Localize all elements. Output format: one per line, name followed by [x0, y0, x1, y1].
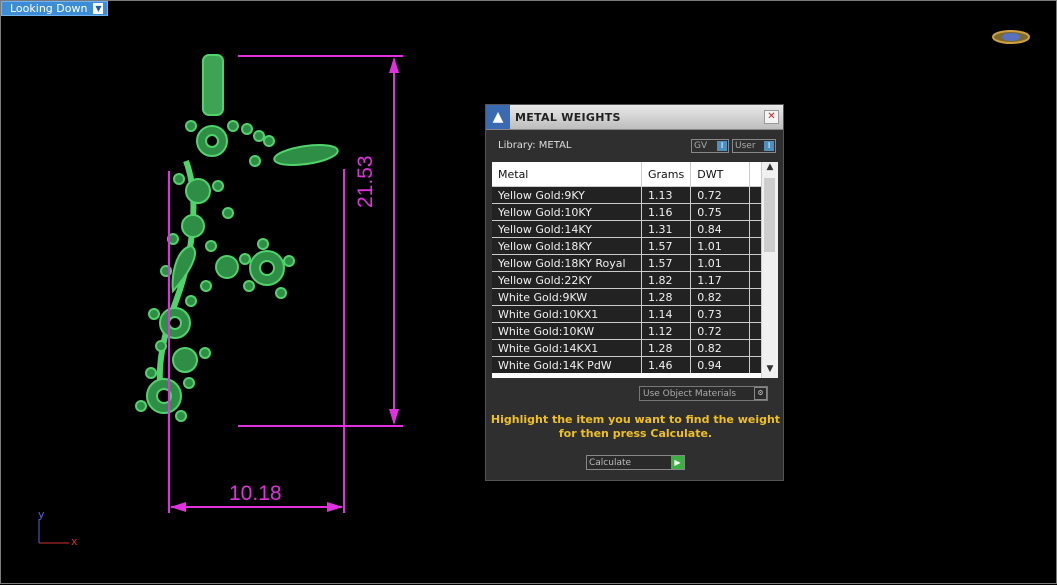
- library-label: Library: METAL: [498, 140, 572, 151]
- calculate-label: Calculate: [589, 457, 632, 468]
- cell-dwt: 0.72: [690, 186, 751, 204]
- scroll-up-icon[interactable]: ▲: [762, 162, 778, 176]
- cell-grams: 1.12: [641, 322, 692, 340]
- panel-titlebar[interactable]: ▲ METAL WEIGHTS ✕: [486, 105, 783, 130]
- cell-grams: 1.28: [641, 339, 692, 357]
- cell-dwt: 0.82: [690, 288, 751, 306]
- cell-metal: White Gold:10KX1: [492, 305, 642, 323]
- table-row[interactable]: Yellow Gold:9KY 1.13 0.72: [492, 186, 765, 204]
- cell-dwt: 0.75: [690, 203, 751, 221]
- cell-metal: White Gold:14KX1: [492, 339, 642, 357]
- cell-metal: Yellow Gold:9KY: [492, 186, 642, 204]
- cell-dwt: 1.01: [690, 237, 751, 255]
- axis-x-label: x: [71, 535, 78, 548]
- cell-dwt: 0.82: [690, 339, 751, 357]
- column-header-dwt[interactable]: DWT: [690, 162, 751, 187]
- cell-dwt: 0.72: [690, 322, 751, 340]
- bail: [202, 54, 224, 116]
- setting-hole: [168, 316, 182, 330]
- scroll-down-icon[interactable]: ▼: [762, 364, 778, 378]
- table-header-row: Metal Grams DWT: [492, 162, 765, 187]
- cell-dwt: 1.17: [690, 271, 751, 289]
- axis-y-label: y: [38, 508, 45, 521]
- cell-grams: 1.31: [641, 220, 692, 238]
- setting-hole: [205, 134, 219, 148]
- cell-dwt: 0.84: [690, 220, 751, 238]
- setting: [215, 255, 239, 279]
- close-icon[interactable]: ✕: [764, 110, 779, 124]
- viewport[interactable]: Looking Down ▼ 21.53 10.18 y x ▲ METAL W…: [0, 0, 1057, 584]
- brand-logo-icon: [992, 30, 1030, 44]
- table-row[interactable]: White Gold:9KW 1.28 0.82: [492, 288, 765, 306]
- gv-toggle[interactable]: GV I: [691, 139, 729, 153]
- cell-metal: White Gold:9KW: [492, 288, 642, 306]
- cell-metal: Yellow Gold:14KY: [492, 220, 642, 238]
- table-row[interactable]: Yellow Gold:22KY 1.82 1.17: [492, 271, 765, 289]
- table-row[interactable]: Yellow Gold:14KY 1.31 0.84: [492, 220, 765, 238]
- leaf: [273, 144, 339, 166]
- cell-dwt: 1.01: [690, 254, 751, 272]
- cell-grams: 1.13: [641, 186, 692, 204]
- cell-grams: 1.46: [641, 356, 692, 373]
- scroll-thumb[interactable]: [764, 178, 775, 252]
- arrow-right-icon: [327, 502, 343, 512]
- table-row[interactable]: Yellow Gold:10KY 1.16 0.75: [492, 203, 765, 221]
- metal-weights-panel[interactable]: ▲ METAL WEIGHTS ✕ Library: METAL GV I Us…: [485, 104, 784, 481]
- cell-grams: 1.14: [641, 305, 692, 323]
- column-header-metal[interactable]: Metal: [492, 162, 642, 187]
- setting-hole: [259, 260, 275, 276]
- cell-grams: 1.28: [641, 288, 692, 306]
- cell-grams: 1.82: [641, 271, 692, 289]
- user-toggle[interactable]: User I: [732, 139, 776, 153]
- metal-table[interactable]: Metal Grams DWT Yellow Gold:9KY 1.13 0.72 Y…: [492, 162, 778, 378]
- cell-metal: Yellow Gold:10KY: [492, 203, 642, 221]
- table-row[interactable]: White Gold:14K PdW 1.46 0.94: [492, 356, 765, 373]
- pendant-model: [135, 54, 339, 422]
- calculate-button[interactable]: Calculate ▶: [586, 455, 685, 470]
- table-row[interactable]: Yellow Gold:18KY Royal 1.57 1.01: [492, 254, 765, 272]
- cell-grams: 1.57: [641, 237, 692, 255]
- cell-dwt: 0.94: [690, 356, 751, 373]
- arrow-down-icon: [389, 409, 399, 425]
- use-object-materials-label: Use Object Materials: [643, 388, 737, 399]
- gv-toggle-label: GV: [694, 141, 708, 151]
- use-object-materials-dropdown[interactable]: Use Object Materials ⚙: [639, 386, 768, 401]
- cell-metal: Yellow Gold:18KY: [492, 237, 642, 255]
- table-row[interactable]: White Gold:14KX1 1.28 0.82: [492, 339, 765, 357]
- toggle-switch-icon[interactable]: I: [764, 141, 774, 151]
- toggle-switch-icon[interactable]: I: [717, 141, 727, 151]
- cell-dwt: 0.73: [690, 305, 751, 323]
- table-row[interactable]: White Gold:10KW 1.12 0.72: [492, 322, 765, 340]
- column-header-grams[interactable]: Grams: [641, 162, 692, 187]
- panel-title: METAL WEIGHTS: [515, 110, 621, 124]
- table-row[interactable]: Yellow Gold:18KY 1.57 1.01: [492, 237, 765, 255]
- setting: [172, 347, 198, 373]
- cell-metal: White Gold:14K PdW: [492, 356, 642, 373]
- table-row[interactable]: White Gold:10KX1 1.14 0.73: [492, 305, 765, 323]
- dimension-width-text: 10.18: [229, 482, 282, 505]
- setting: [181, 214, 205, 238]
- arrow-up-icon: [389, 57, 399, 73]
- user-toggle-label: User: [735, 141, 756, 151]
- setting: [185, 178, 211, 204]
- table-scrollbar[interactable]: ▲ ▼: [761, 162, 778, 378]
- arrow-left-icon: [170, 502, 186, 512]
- cell-grams: 1.16: [641, 203, 692, 221]
- axis-indicator: [38, 519, 69, 544]
- cell-grams: 1.57: [641, 254, 692, 272]
- dimension-height-text: 21.53: [354, 155, 377, 208]
- cell-metal: Yellow Gold:22KY: [492, 271, 642, 289]
- app-logo-icon: ▲: [486, 105, 510, 129]
- cell-metal: White Gold:10KW: [492, 322, 642, 340]
- cell-metal: Yellow Gold:18KY Royal: [492, 254, 642, 272]
- instruction-message: Highlight the item you want to find the …: [490, 413, 781, 440]
- play-icon[interactable]: ▶: [671, 456, 684, 469]
- gear-icon[interactable]: ⚙: [754, 387, 767, 400]
